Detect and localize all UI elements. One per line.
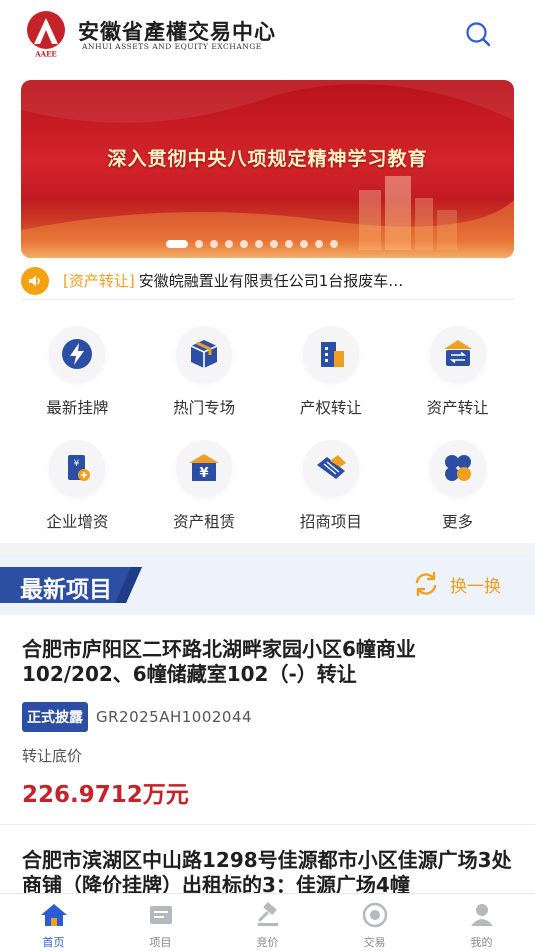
tab-home[interactable]: 首页 bbox=[0, 894, 107, 951]
tab-label: 项目 bbox=[149, 936, 172, 949]
transfer-icon bbox=[429, 326, 486, 382]
search-button[interactable] bbox=[464, 20, 492, 48]
banner-dot[interactable] bbox=[240, 240, 248, 248]
category-asset-transfer[interactable]: 资产转让 bbox=[394, 326, 521, 418]
building-icon bbox=[302, 326, 359, 382]
latest-projects-header: 最新项目 换一换 bbox=[0, 555, 535, 615]
banner-carousel[interactable]: 深入贯彻中央八项规定精神学习教育 bbox=[21, 80, 514, 258]
home-icon bbox=[40, 901, 68, 929]
banner-title: 深入贯彻中央八项规定精神学习教育 bbox=[107, 148, 428, 170]
svg-text:¥: ¥ bbox=[200, 466, 209, 481]
tab-label: 我的 bbox=[470, 936, 493, 949]
logo-abbr: AAEE bbox=[34, 50, 57, 59]
tab-label: 交易 bbox=[363, 936, 386, 949]
price-value: 226.9712万元 bbox=[22, 782, 189, 808]
tab-trade[interactable]: 交易 bbox=[321, 894, 428, 951]
category-latest-listing[interactable]: 最新挂牌 bbox=[14, 326, 141, 418]
trade-icon bbox=[361, 901, 389, 929]
category-asset-lease[interactable]: ¥ 资产租赁 bbox=[141, 440, 268, 532]
category-capital-increase[interactable]: ¥ 企业增资 bbox=[14, 440, 141, 532]
banner-dot[interactable] bbox=[166, 240, 188, 248]
category-hot-topics[interactable]: 热门专场 bbox=[141, 326, 268, 418]
category-label: 招商项目 bbox=[299, 513, 362, 531]
search-icon bbox=[466, 22, 491, 47]
category-label: 更多 bbox=[442, 513, 474, 531]
banner-dot[interactable] bbox=[210, 240, 218, 248]
auction-icon bbox=[254, 901, 282, 929]
banner-dot[interactable] bbox=[225, 240, 233, 248]
category-label: 热门专场 bbox=[173, 399, 236, 417]
tab-label: 竞价 bbox=[256, 936, 279, 949]
banner-dot[interactable] bbox=[330, 240, 338, 248]
lease-icon: ¥ bbox=[176, 440, 233, 496]
disclosure-status-badge: 正式披露 bbox=[22, 702, 88, 732]
banner-dot[interactable] bbox=[285, 240, 293, 248]
tab-label: 首页 bbox=[42, 936, 65, 949]
category-investment-projects[interactable]: 招商项目 bbox=[268, 440, 395, 532]
category-grid: 最新挂牌 热门专场 产权转让 资产转让 ¥ 企业增资 ¥ 资产租赁 招商项目 更… bbox=[14, 326, 521, 532]
project-code: GR2025AH1002044 bbox=[96, 708, 253, 726]
category-equity-transfer[interactable]: 产权转让 bbox=[268, 326, 395, 418]
project-title: 合肥市庐阳区二环路北湖畔家园小区6幢商业102/202、6幢储藏室102（-）转… bbox=[22, 637, 416, 686]
project-meta: 正式披露 GR2025AH1002044 bbox=[22, 702, 252, 732]
project-icon bbox=[147, 901, 175, 929]
bottom-tab-bar: 首页 项目 竞价 交易 我的 bbox=[0, 893, 535, 951]
category-label: 资产租赁 bbox=[173, 513, 236, 531]
banner-dot[interactable] bbox=[300, 240, 308, 248]
category-label: 最新挂牌 bbox=[46, 399, 109, 417]
handshake-icon bbox=[302, 440, 359, 496]
lightning-icon bbox=[49, 326, 106, 382]
box-icon bbox=[176, 326, 233, 382]
banner-glow bbox=[21, 200, 514, 258]
project-card[interactable]: 合肥市庐阳区二环路北湖畔家园小区6幢商业102/202、6幢储藏室102（-）转… bbox=[0, 615, 535, 825]
price-label: 转让底价 bbox=[22, 747, 83, 765]
more-icon bbox=[429, 440, 486, 496]
category-label: 资产转让 bbox=[426, 399, 489, 417]
section-divider bbox=[0, 543, 535, 555]
user-icon bbox=[468, 901, 496, 929]
notice-text: 安徽皖融置业有限责任公司1台报废车… bbox=[138, 272, 404, 290]
notice-tag: [资产转让] bbox=[63, 272, 135, 290]
project-card[interactable]: 合肥市滨湖区中山路1298号佳源都市小区佳源广场3处商铺（降价挂牌）出租标的3：… bbox=[0, 826, 535, 896]
banner-dot[interactable] bbox=[315, 240, 323, 248]
aaee-logo-icon: AAEE bbox=[27, 11, 65, 59]
refresh-icon bbox=[415, 571, 437, 597]
capital-increase-icon: ¥ bbox=[49, 440, 106, 496]
logo[interactable]: AAEE 安徽省產權交易中心 ANHUI ASSETS AND EQUITY E… bbox=[22, 10, 275, 59]
refresh-button[interactable]: 换一换 bbox=[412, 569, 501, 599]
banner-dot[interactable] bbox=[255, 240, 263, 248]
svg-text:¥: ¥ bbox=[74, 459, 80, 469]
tab-auction[interactable]: 竞价 bbox=[214, 894, 321, 951]
banner-dot[interactable] bbox=[270, 240, 278, 248]
category-label: 产权转让 bbox=[299, 399, 362, 417]
project-title: 合肥市滨湖区中山路1298号佳源都市小区佳源广场3处商铺（降价挂牌）出租标的3：… bbox=[22, 848, 512, 896]
category-label: 企业增资 bbox=[46, 513, 109, 531]
refresh-label: 换一换 bbox=[450, 576, 501, 597]
notice-bar[interactable]: [资产转让] 安徽皖融置业有限责任公司1台报废车… bbox=[21, 262, 514, 300]
tab-projects[interactable]: 项目 bbox=[107, 894, 214, 951]
logo-english-name: ANHUI ASSETS AND EQUITY EXCHANGE bbox=[82, 42, 262, 51]
banner-dot[interactable] bbox=[195, 240, 203, 248]
category-more[interactable]: 更多 bbox=[394, 440, 521, 532]
section-title: 最新项目 bbox=[20, 577, 112, 603]
section-title-badge: 最新项目 bbox=[0, 567, 142, 603]
speaker-icon bbox=[21, 266, 49, 295]
banner-pagination[interactable] bbox=[166, 240, 338, 248]
tab-me[interactable]: 我的 bbox=[428, 894, 535, 951]
app-header: AAEE 安徽省產權交易中心 ANHUI ASSETS AND EQUITY E… bbox=[0, 0, 535, 66]
